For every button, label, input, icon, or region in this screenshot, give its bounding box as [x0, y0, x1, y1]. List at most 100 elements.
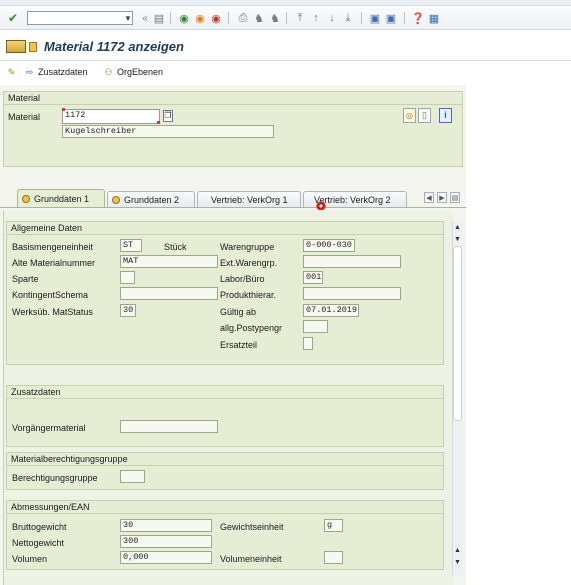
shortcut-icon[interactable]: ▣ [384, 11, 398, 25]
orgebenen-button[interactable]: ⚇ OrgEbenen [103, 65, 163, 79]
tab-scroll-left-button[interactable]: ◀ [424, 192, 434, 203]
classification-icon[interactable]: ◎ [403, 108, 416, 123]
werksub-matstatus-label: Werksüb. MatStatus [12, 307, 93, 317]
warengruppe-field: 0-000-030 [303, 239, 355, 252]
volumen-field: 0,000 [120, 551, 212, 564]
right-blank-area [466, 85, 571, 585]
orgebenen-label: OrgEbenen [117, 67, 164, 77]
alte-materialnummer-label: Alte Materialnummer [12, 258, 96, 268]
gewichtseinheit-label: Gewichtseinheit [220, 522, 284, 532]
tab-status-icon [112, 196, 120, 204]
find-next-icon[interactable]: ♞ [268, 11, 282, 25]
new-session-icon[interactable]: ▣ [368, 11, 382, 25]
vorgaengermaterial-label: Vorgängermaterial [12, 423, 86, 433]
tab-scroll-right-button[interactable]: ▶ [437, 192, 447, 203]
zusatzdaten-title: Zusatzdaten [11, 387, 61, 397]
command-field[interactable] [27, 11, 133, 25]
tab-label: Vertrieb: VerkOrg 1 [211, 195, 288, 205]
org-levels-icon: ⚇ [104, 66, 113, 77]
customize-icon[interactable]: ▦ [427, 11, 441, 25]
zusatzdaten-button[interactable]: ⇨ Zusatzdaten [24, 65, 88, 79]
scroll-page-up-icon[interactable]: ▼ [452, 234, 463, 244]
prev-page-icon[interactable]: ↑ [309, 11, 323, 25]
basismengeneinheit-text: Stück [164, 242, 187, 252]
title-bar: Material 1172 anzeigen [0, 31, 571, 61]
produkthierarchie-field [303, 287, 401, 300]
page-title: Material 1172 anzeigen [44, 39, 184, 54]
labor-buero-label: Labor/Büro [220, 274, 265, 284]
system-toolbar: ✔ ▼ « ▤ ◉ ◉ ◉ ⎙ ♞ ♞ ⤒ ↑ ↓ ⤓ ▣ ▣ ❓ ▦ [0, 6, 571, 30]
scroll-page-down-icon[interactable]: ▲ [452, 545, 463, 555]
labor-buero-field: 001 [303, 271, 323, 284]
volumeneinheit-field [324, 551, 343, 564]
allgemeine-daten-title: Allgemeine Daten [11, 223, 83, 233]
first-page-icon[interactable]: ⤒ [293, 11, 307, 25]
material-icon [6, 40, 26, 53]
info-icon[interactable]: i [439, 108, 452, 123]
material-panel-title: Material [8, 93, 41, 103]
kontingentschema-label: KontingentSchema [12, 290, 89, 300]
panel-divider [7, 398, 443, 399]
tab-grunddaten-1[interactable]: Grunddaten 1 [17, 189, 105, 208]
help-icon[interactable]: ❓ [411, 11, 425, 25]
scroll-down-icon[interactable]: ▼ [452, 557, 463, 567]
toolbar-separator [404, 12, 405, 24]
collapse-icon[interactable]: « [138, 11, 152, 25]
allgemeine-daten-panel: Allgemeine Daten Basismengeneinheit ST S… [6, 221, 444, 365]
zusatzdaten-label: Zusatzdaten [38, 67, 88, 77]
scroll-up-icon[interactable]: ▲ [452, 222, 463, 232]
chevron-down-icon[interactable]: ▼ [123, 11, 133, 25]
gueltig-ab-field: 07.01.2019 [303, 304, 359, 317]
zusatzdaten-panel: Zusatzdaten Vorgängermaterial [6, 385, 444, 447]
berechtigungsgruppe-panel: Materialberechtigungsgruppe Berechtigung… [6, 452, 444, 490]
document-icon[interactable]: ▯ [418, 108, 431, 123]
vertical-scrollbar-thumb[interactable] [453, 246, 462, 421]
postypengr-label: allg.Postypengr [220, 323, 283, 333]
ersatzteil-label: Ersatzteil [220, 340, 258, 350]
copy-icon[interactable]: ❐ [163, 110, 173, 122]
berechtigungsgruppe-label: Berechtigungsgruppe [12, 473, 98, 483]
arrow-right-icon: ⇨ [25, 66, 34, 77]
edit-icon: ✎ [7, 66, 16, 77]
berechtigungsgruppe-title: Materialberechtigungsgruppe [11, 454, 128, 464]
toolbar-separator [286, 12, 287, 24]
material-label: Material [8, 112, 41, 122]
basismengeneinheit-label: Basismengeneinheit [12, 242, 94, 252]
warengruppe-label: Warengruppe [220, 242, 275, 252]
tab-grunddaten-2[interactable]: Grunddaten 2 [107, 191, 195, 208]
nettogewicht-label: Nettogewicht [12, 538, 65, 548]
back-icon[interactable]: ◉ [177, 11, 191, 25]
field-marker [157, 121, 160, 124]
print-icon[interactable]: ⎙ [236, 11, 250, 25]
gueltig-ab-label: Gültig ab [220, 307, 257, 317]
volumeneinheit-label: Volumeneinheit [220, 554, 282, 564]
application-toolbar: ✎ ⇨ Zusatzdaten ⚇ OrgEbenen [0, 62, 571, 82]
postypengr-field [303, 320, 328, 333]
ext-warengrp-field [303, 255, 401, 268]
find-icon[interactable]: ♞ [252, 11, 266, 25]
produkthierarchie-label: Produkthierar. [220, 290, 277, 300]
field-marker [62, 108, 65, 111]
material-number-field[interactable]: 1172 [62, 109, 160, 124]
ersatzteil-field [303, 337, 313, 350]
nettogewicht-field: 300 [120, 535, 212, 548]
check-icon[interactable]: ✔ [6, 11, 20, 25]
tab-list-button[interactable]: ▤ [450, 192, 460, 203]
vorgaengermaterial-field [120, 420, 218, 433]
tab-strip-line [0, 207, 466, 208]
toolbar-separator [361, 12, 362, 24]
exit-icon[interactable]: ◉ [193, 11, 207, 25]
abmessungen-panel: Abmessungen/EAN Bruttogewicht 30 Nettoge… [6, 500, 444, 570]
save-icon[interactable]: ▤ [152, 11, 166, 25]
sparte-field [120, 271, 135, 284]
next-page-icon[interactable]: ↓ [325, 11, 339, 25]
cancel-icon[interactable]: ◉ [209, 11, 223, 25]
tab-vertrieb-verkorg-1[interactable]: Vertrieb: VerkOrg 1 [197, 191, 301, 208]
toolbar-separator [170, 12, 171, 24]
panel-divider [4, 104, 462, 105]
additional-icon-button[interactable]: ✎ [6, 65, 20, 79]
last-page-icon[interactable]: ⤓ [341, 11, 355, 25]
document-icon [29, 42, 37, 52]
basismengeneinheit-field: ST [120, 239, 142, 252]
kontingentschema-field [120, 287, 218, 300]
